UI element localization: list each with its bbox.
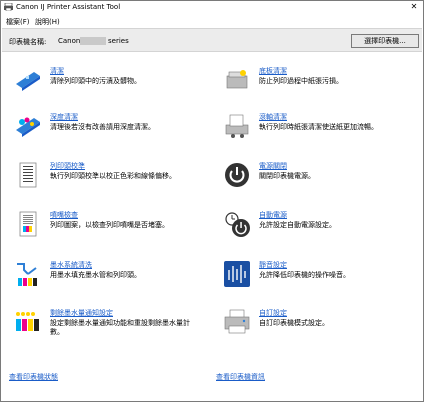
cleaning-desc: 清除列印頭中的污漬及髒物。 xyxy=(50,77,141,85)
auto-power-desc: 允許設定自動電源設定。 xyxy=(259,221,336,229)
bottom-plate-cleaning-link[interactable]: 底板清潔 xyxy=(259,66,287,76)
nozzle-check-desc: 列印圖案，以檢查列印噴嘴是否堵塞。 xyxy=(50,221,169,229)
nozzle-check-item: 噴嘴檢查 列印圖案，以檢查列印噴嘴是否堵塞。 xyxy=(14,210,204,246)
custom-settings-item: 自訂設定 自訂印表機模式設定。 xyxy=(223,308,413,344)
printer-series: series xyxy=(108,37,129,45)
cleaning-icon xyxy=(14,66,42,94)
menu-bar: 檔案(F) 說明(H) xyxy=(1,15,423,27)
roller-cleaning-item: 滾軸清潔 執行列印時紙張清潔使送紙更加流暢。 xyxy=(223,112,413,148)
app-window: Canon IJ Printer Assistant Tool ✕ 檔案(F) … xyxy=(0,0,424,402)
deep-cleaning-desc: 清理後若沒有改善請用深度清潔。 xyxy=(50,123,155,131)
title-bar: Canon IJ Printer Assistant Tool ✕ xyxy=(1,1,423,14)
view-printer-info-link[interactable]: 查看印表機資訊 xyxy=(216,372,265,382)
cleaning-item: 清潔 清除列印頭中的污漬及髒物。 xyxy=(14,66,204,102)
ink-flush-desc: 用墨水填充墨水管和列印頭。 xyxy=(50,271,141,279)
head-alignment-item: 列印頭校準 執行列印頭校準以校正色彩和線條偏移。 xyxy=(14,161,204,197)
bottom-plate-cleaning-item: 底板清潔 防止列印過程中紙張污損。 xyxy=(223,66,413,102)
nozzle-check-icon xyxy=(14,210,42,238)
quiet-icon xyxy=(223,260,251,288)
ink-level-notify-desc: 設定剩餘墨水量通知功能和重設剩餘墨水量計數。 xyxy=(50,319,190,336)
cleaning-link[interactable]: 清潔 xyxy=(50,66,64,76)
printer-selection-bar: 印表機名稱: Canon series 選擇印表機... xyxy=(2,28,422,52)
view-printer-status-link[interactable]: 查看印表機狀態 xyxy=(9,372,58,382)
ink-flush-link[interactable]: 墨水系統清洗 xyxy=(50,260,92,270)
head-alignment-desc: 執行列印頭校準以校正色彩和線條偏移。 xyxy=(50,172,176,180)
select-printer-button[interactable]: 選擇印表機... xyxy=(351,34,419,48)
custom-settings-link[interactable]: 自訂設定 xyxy=(259,308,287,318)
bottom-plate-cleaning-icon xyxy=(223,66,251,94)
quiet-setting-desc: 允許降低印表機的操作噪音。 xyxy=(259,271,350,279)
ink-level-notify-link[interactable]: 剩餘墨水量通知設定 xyxy=(50,308,113,318)
custom-settings-desc: 自訂印表機模式設定。 xyxy=(259,319,329,327)
menu-file[interactable]: 檔案(F) xyxy=(6,17,30,27)
ink-flush-item: 墨水系統清洗 用墨水填充墨水管和列印頭。 xyxy=(14,260,204,296)
roller-cleaning-link[interactable]: 滾軸清潔 xyxy=(259,112,287,122)
window-title: Canon IJ Printer Assistant Tool xyxy=(16,3,121,11)
roller-cleaning-icon xyxy=(223,112,251,140)
ink-level-notify-item: 剩餘墨水量通知設定 設定剩餘墨水量通知功能和重設剩餘墨水量計數。 xyxy=(14,308,204,344)
auto-power-item: 自動電源 允許設定自動電源設定。 xyxy=(223,210,413,246)
auto-power-link[interactable]: 自動電源 xyxy=(259,210,287,220)
printer-name-label: 印表機名稱: xyxy=(9,38,47,46)
power-off-link[interactable]: 電源關閉 xyxy=(259,161,287,171)
printer-name: Canon xyxy=(58,37,81,45)
auto-power-icon xyxy=(223,210,251,238)
custom-settings-icon xyxy=(223,308,251,336)
deep-cleaning-icon xyxy=(14,112,42,140)
power-icon xyxy=(223,161,251,189)
roller-cleaning-desc: 執行列印時紙張清潔使送紙更加流暢。 xyxy=(259,123,378,131)
quiet-setting-item: 靜音設定 允許降低印表機的操作噪音。 xyxy=(223,260,413,296)
head-alignment-link[interactable]: 列印頭校準 xyxy=(50,161,85,171)
menu-help[interactable]: 說明(H) xyxy=(35,17,60,27)
nozzle-check-link[interactable]: 噴嘴檢查 xyxy=(50,210,78,220)
ink-flush-icon xyxy=(14,260,42,288)
head-alignment-icon xyxy=(14,161,42,189)
deep-cleaning-item: 深度清潔 清理後若沒有改善請用深度清潔。 xyxy=(14,112,204,148)
power-off-item: 電源關閉 關閉印表機電源。 xyxy=(223,161,413,197)
quiet-setting-link[interactable]: 靜音設定 xyxy=(259,260,287,270)
power-off-desc: 關閉印表機電源。 xyxy=(259,172,315,180)
close-button[interactable]: ✕ xyxy=(409,2,419,12)
redacted-model xyxy=(80,37,106,45)
deep-cleaning-link[interactable]: 深度清潔 xyxy=(50,112,78,122)
printer-app-icon xyxy=(4,2,13,12)
ink-level-icon xyxy=(14,308,42,336)
bottom-plate-cleaning-desc: 防止列印過程中紙張污損。 xyxy=(259,77,343,85)
